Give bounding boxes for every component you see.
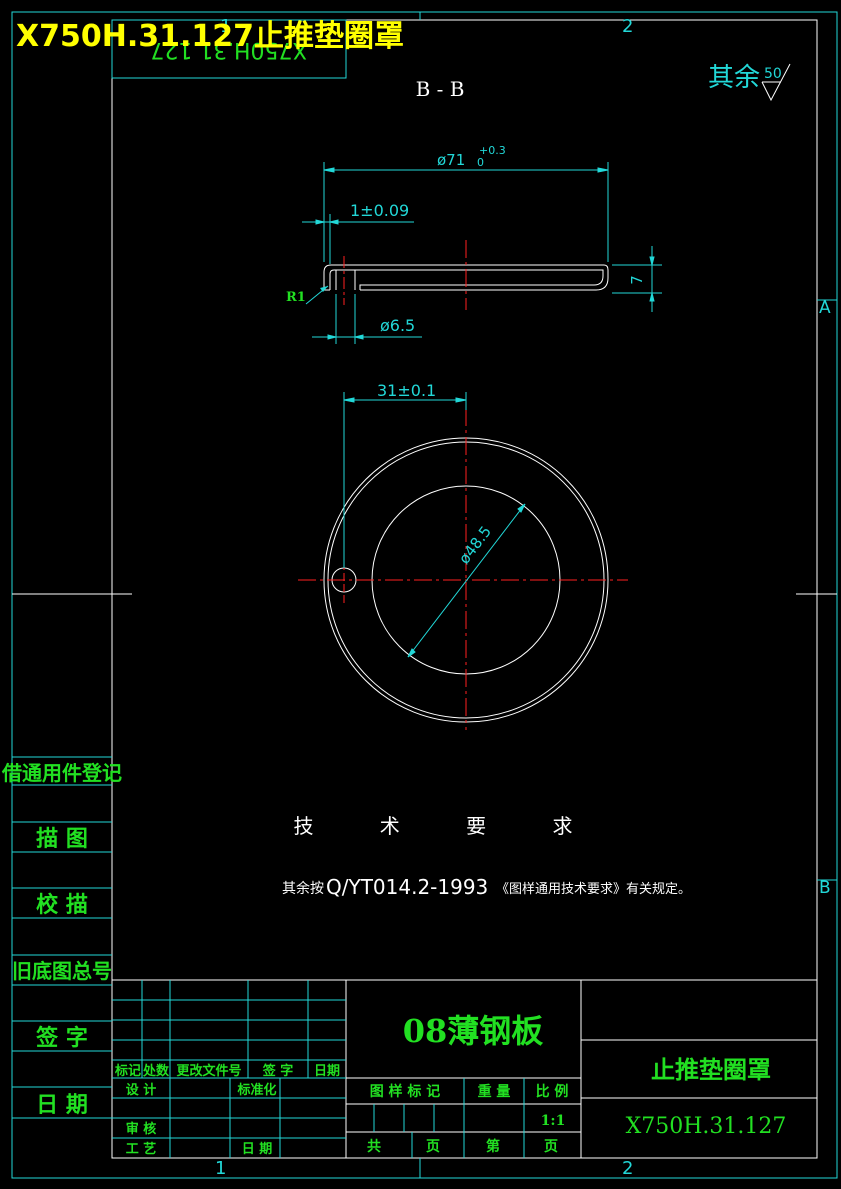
- side-label-check: 校 描: [36, 892, 88, 918]
- zone-bottom-1: 1: [215, 1158, 226, 1179]
- rev-header-mark: 标记: [114, 1063, 141, 1079]
- section-label: B - B: [416, 77, 465, 101]
- label-total: 共: [367, 1138, 381, 1155]
- drawing-frame: [11, 11, 838, 1179]
- dim-inner-dia: ø48.5: [455, 523, 495, 568]
- label-weight: 重 量: [478, 1083, 511, 1100]
- title-overlay: X750H.31.127止推垫圈罩: [16, 19, 404, 54]
- dim-outer-tol-lower: 0: [477, 156, 484, 169]
- tech-req-standard: Q/YT014.2-1993: [326, 875, 488, 899]
- section-view: [302, 162, 662, 344]
- label-sample-mark: 图 样 标 记: [370, 1083, 441, 1100]
- zone-bottom-2: 2: [622, 1158, 633, 1179]
- label-review: 审 核: [126, 1121, 157, 1137]
- tech-req-heading: 技 术 要 求: [293, 814, 602, 838]
- rev-header-date: 日期: [314, 1064, 340, 1079]
- label-date: 日 期: [242, 1142, 273, 1157]
- zone-right-b: B: [819, 878, 831, 898]
- part-name: 止推垫圈罩: [651, 1055, 771, 1084]
- dim-height: 7: [628, 275, 646, 285]
- material: 08薄钢板: [403, 1012, 544, 1050]
- drawing-number: X750H.31.127: [626, 1114, 787, 1139]
- svg-text:ø48.5: ø48.5: [455, 523, 495, 568]
- zone-right-a: A: [819, 298, 831, 318]
- dim-outer-dia: ø71: [437, 151, 465, 169]
- zone-top-2: 2: [622, 16, 633, 37]
- roughness-symbol: 其余 50: [708, 63, 791, 102]
- tech-req-prefix: 其余按: [282, 880, 324, 897]
- label-sheet-2: 页: [544, 1139, 558, 1155]
- label-page-no: 第: [486, 1138, 500, 1155]
- rev-header-count: 处数: [142, 1063, 170, 1079]
- svg-text:其余: 其余: [708, 63, 760, 93]
- svg-text:50: 50: [764, 66, 782, 82]
- rev-header-doc: 更改文件号: [176, 1063, 241, 1079]
- label-standardize: 标准化: [236, 1082, 276, 1098]
- rev-header-sign: 签 字: [262, 1063, 294, 1079]
- drawing-canvas: 1 2 1 2 A B X750H.31.127 X750H.31.127止推垫…: [1, 11, 838, 1179]
- side-column: [12, 756, 112, 1119]
- label-process: 工 艺: [126, 1141, 157, 1157]
- label-scale: 比 例: [536, 1083, 569, 1100]
- label-sheet-1: 页: [426, 1139, 440, 1155]
- side-label-trace: 描 图: [36, 826, 88, 852]
- label-design: 设 计: [126, 1082, 157, 1098]
- side-label-borrow: 借通用件登记: [1, 761, 122, 785]
- tech-req-suffix: 《图样通用技术要求》有关规定。: [496, 882, 691, 897]
- side-label-sign: 签 字: [35, 1025, 88, 1051]
- svg-text:7: 7: [628, 275, 646, 285]
- dim-hole-offset: 31±0.1: [377, 381, 436, 400]
- dim-hole-dia: ø6.5: [380, 316, 415, 335]
- scale-value: 1:1: [541, 1113, 566, 1129]
- dim-thickness: 1±0.09: [350, 201, 409, 220]
- side-label-old-no: 旧底图总号: [12, 959, 112, 983]
- side-label-date: 日 期: [36, 1092, 88, 1118]
- dim-radius: R1: [286, 290, 306, 305]
